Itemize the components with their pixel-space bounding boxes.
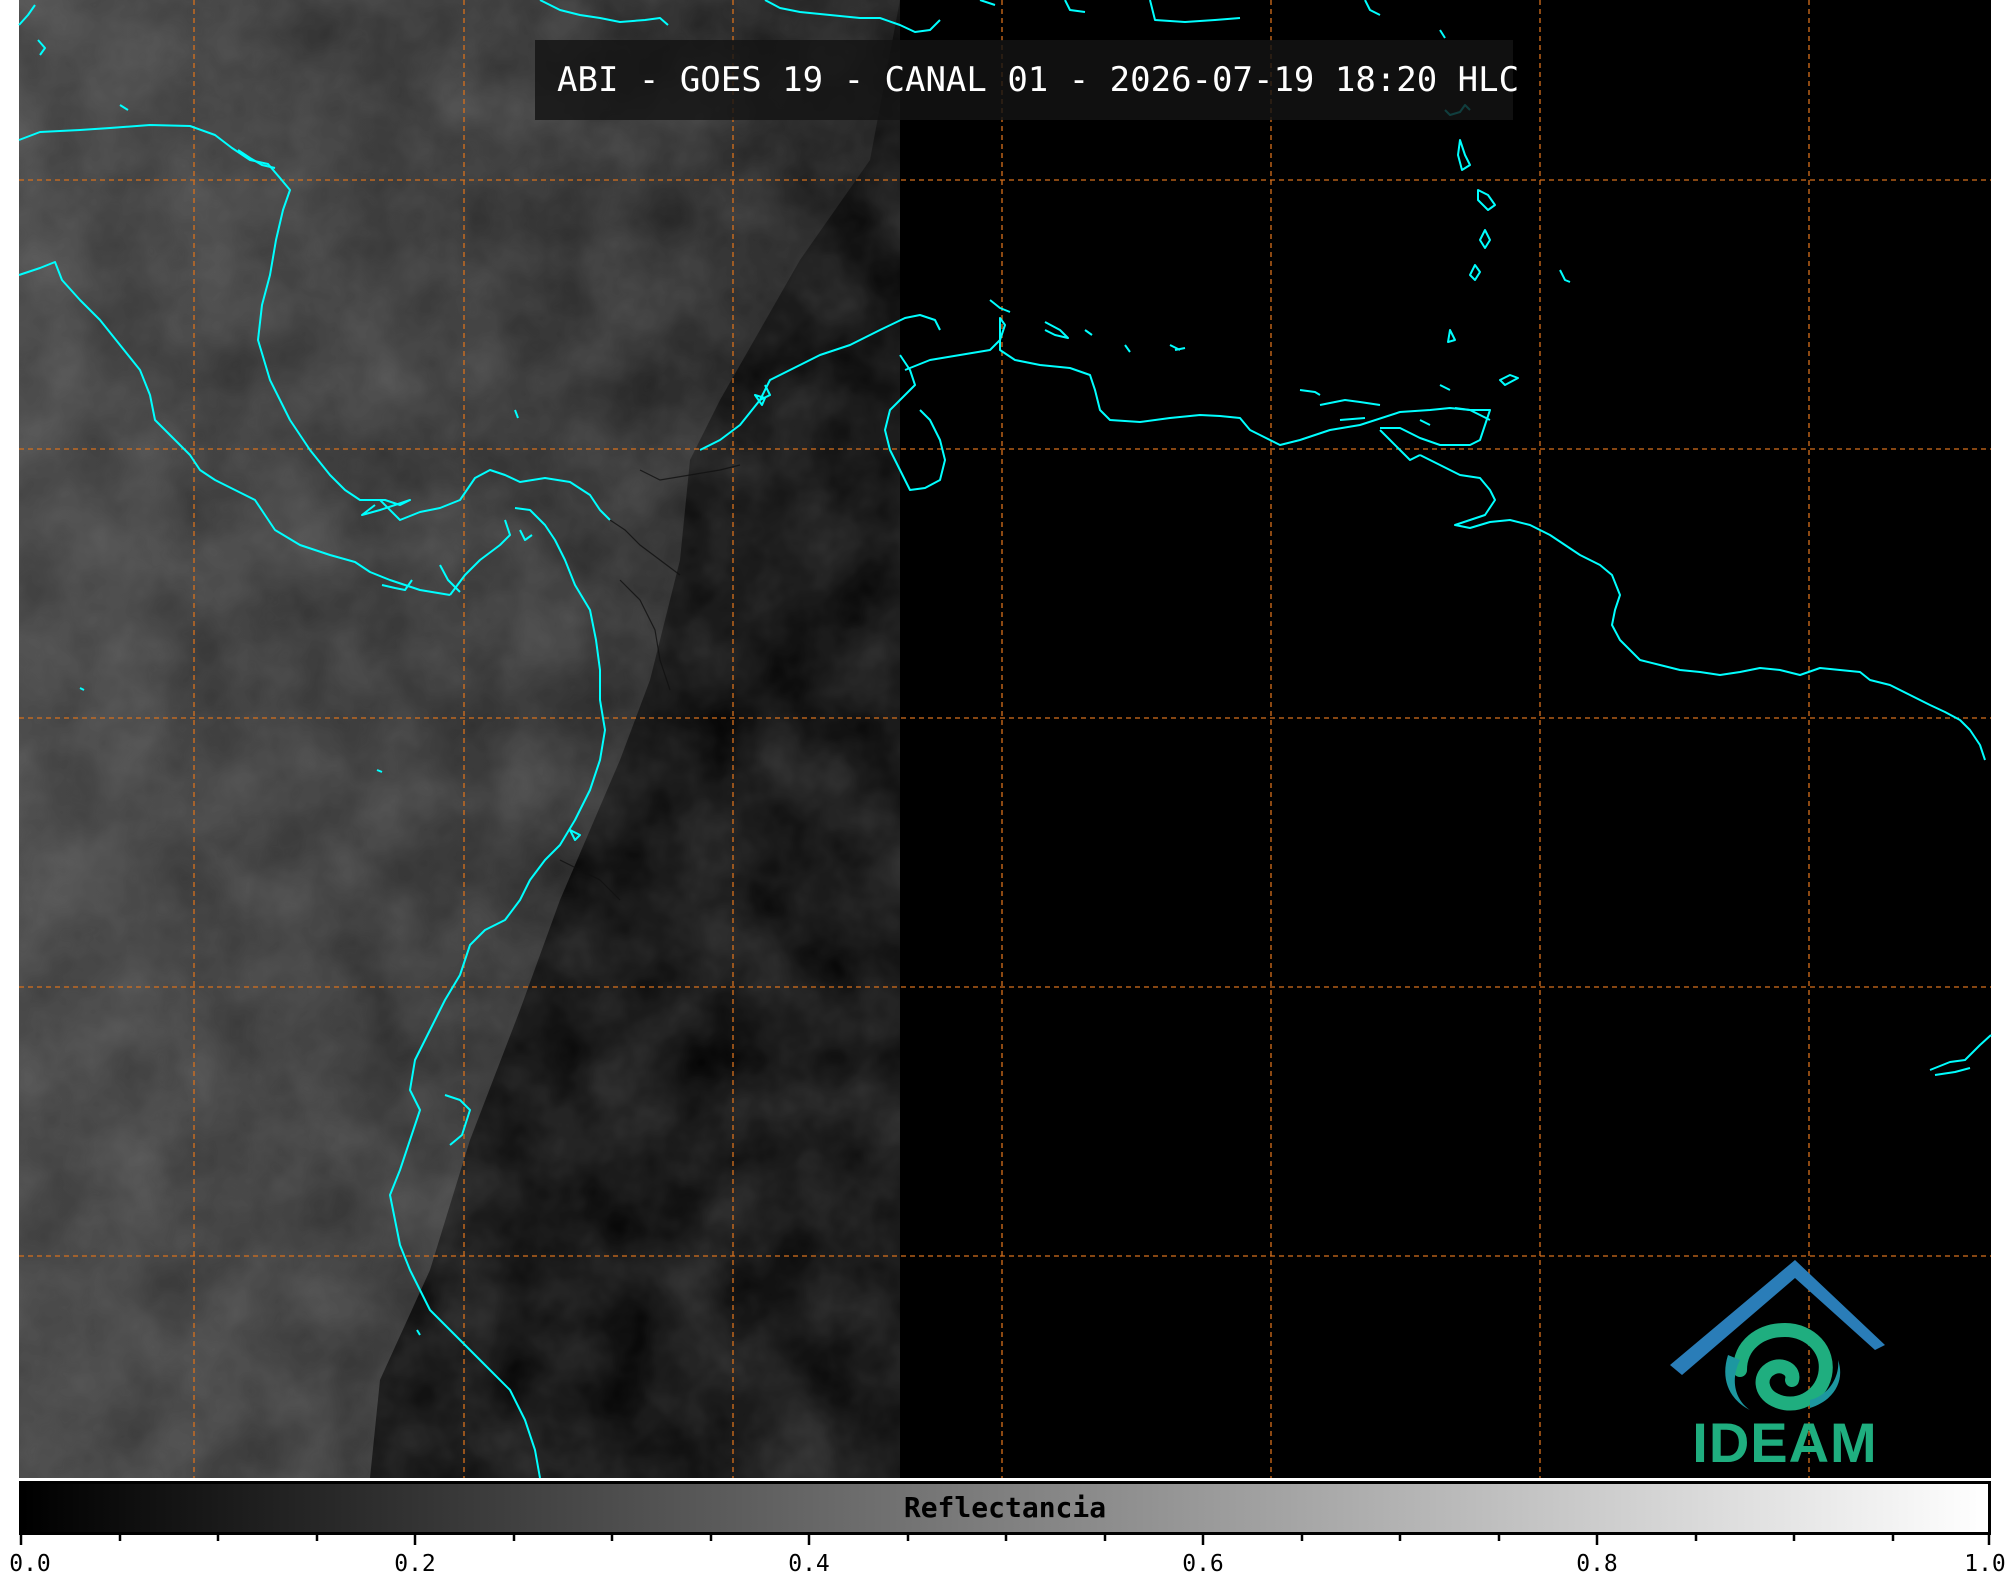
colorbar-tick-label: 1.0 <box>1964 1551 2006 1577</box>
colorbar-tick-label: 0.6 <box>1182 1551 1224 1577</box>
colorbar-label: Reflectancia <box>903 1491 1107 1524</box>
colorbar-ticks <box>19 1535 1991 1545</box>
colorbar-tick-label: 0.8 <box>1576 1551 1618 1577</box>
map-title: ABI - GOES 19 - CANAL 01 - 2026-07-19 18… <box>557 60 1520 100</box>
colorbar-tick-label: 0.4 <box>788 1551 830 1577</box>
colorbar-tick-label: 0.0 <box>9 1551 51 1577</box>
colorbar-tick-label: 0.2 <box>394 1551 436 1577</box>
ideam-logo-text: IDEAM <box>1692 1411 1878 1474</box>
